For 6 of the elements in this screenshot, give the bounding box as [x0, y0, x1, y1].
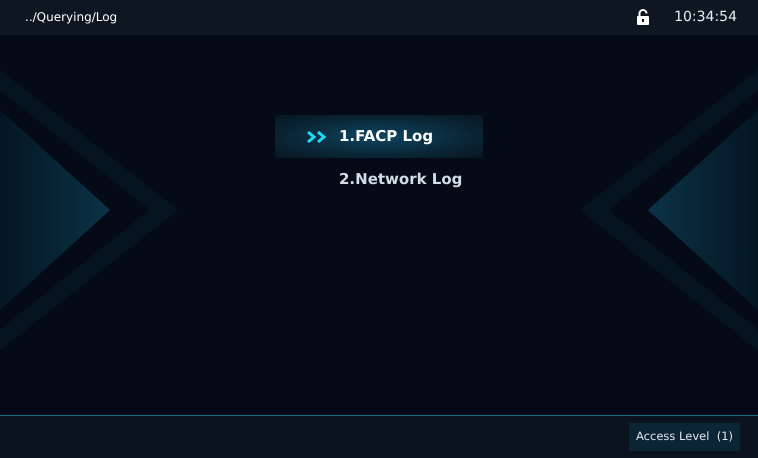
access-level-badge: Access Level (1)	[629, 423, 740, 451]
menu-item[interactable]: 1.FACP Log	[275, 115, 483, 158]
double-chevron-icon	[307, 130, 329, 142]
breadcrumb-path: ../Querying/Log	[25, 9, 118, 26]
menu-item[interactable]: 2.Network Log	[275, 158, 483, 201]
clock-time: 10:34:54	[674, 8, 737, 26]
